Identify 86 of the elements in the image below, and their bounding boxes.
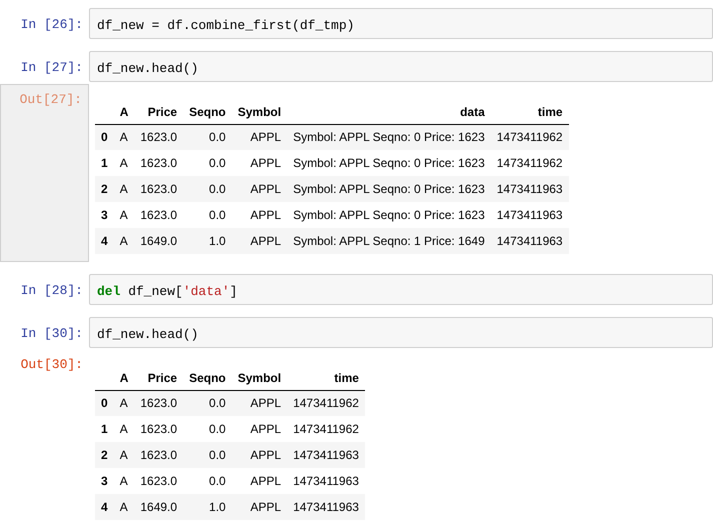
table-cell: 0.0 bbox=[183, 416, 232, 442]
column-header: Seqno bbox=[183, 366, 232, 390]
table-cell: 1623.0 bbox=[134, 202, 184, 228]
table-cell: A bbox=[114, 202, 134, 228]
table-cell: 1623.0 bbox=[134, 124, 184, 150]
table-cell: APPL bbox=[232, 494, 288, 520]
table-cell: APPL bbox=[232, 442, 288, 468]
row-index: 4 bbox=[95, 228, 114, 254]
table-cell: APPL bbox=[232, 416, 288, 442]
code-input[interactable]: del df_new['data'] bbox=[89, 274, 713, 305]
table-cell: A bbox=[114, 494, 134, 520]
row-index: 0 bbox=[95, 124, 114, 150]
table-cell: A bbox=[114, 124, 134, 150]
column-header: time bbox=[490, 100, 569, 124]
column-header: A bbox=[114, 366, 134, 390]
output-prompt: Out[27]: bbox=[0, 84, 89, 262]
input-prompt: In [28]: bbox=[20, 282, 84, 300]
table-cell: 1649.0 bbox=[134, 494, 184, 520]
table-cell: Symbol: APPL Seqno: 1 Price: 1649 bbox=[287, 228, 491, 254]
table-cell: 1623.0 bbox=[134, 176, 184, 202]
table-cell: 1473411963 bbox=[287, 468, 365, 494]
table-cell: 1623.0 bbox=[134, 442, 184, 468]
output-prompt: Out[30]: bbox=[20, 356, 84, 374]
table-cell: A bbox=[114, 416, 134, 442]
table-cell: 1473411963 bbox=[490, 176, 569, 202]
column-header: Price bbox=[134, 100, 184, 124]
table-cell: APPL bbox=[232, 228, 288, 254]
table-cell: 1623.0 bbox=[134, 390, 184, 416]
table-cell: 1.0 bbox=[183, 494, 232, 520]
table-cell: APPL bbox=[232, 124, 288, 150]
code-input[interactable]: df_new = df.combine_first(df_tmp) bbox=[89, 8, 713, 39]
table-cell: 1473411962 bbox=[287, 390, 365, 416]
column-header: A bbox=[114, 100, 134, 124]
table-cell: APPL bbox=[232, 202, 288, 228]
row-index: 4 bbox=[95, 494, 114, 520]
column-header: time bbox=[287, 366, 365, 390]
table-cell: 0.0 bbox=[183, 176, 232, 202]
table-cell: 1473411962 bbox=[490, 150, 569, 176]
input-prompt: In [27]: bbox=[20, 59, 84, 77]
table-cell: APPL bbox=[232, 390, 288, 416]
table-cell: 1623.0 bbox=[134, 416, 184, 442]
column-header: Symbol bbox=[232, 100, 288, 124]
table-cell: APPL bbox=[232, 468, 288, 494]
input-prompt: In [26]: bbox=[20, 16, 84, 34]
column-header: Seqno bbox=[183, 100, 232, 124]
code-input[interactable]: df_new.head() bbox=[89, 51, 713, 82]
row-index: 3 bbox=[95, 202, 114, 228]
row-index: 2 bbox=[95, 442, 114, 468]
table-cell: A bbox=[114, 150, 134, 176]
table-cell: 0.0 bbox=[183, 442, 232, 468]
row-index: 3 bbox=[95, 468, 114, 494]
column-header: data bbox=[287, 100, 491, 124]
row-index: 1 bbox=[95, 150, 114, 176]
table-cell: 1473411963 bbox=[490, 202, 569, 228]
code-input[interactable]: df_new.head() bbox=[89, 317, 713, 348]
row-index: 1 bbox=[95, 416, 114, 442]
table-cell: APPL bbox=[232, 150, 288, 176]
table-cell: 1473411963 bbox=[287, 494, 365, 520]
table-cell: 1473411962 bbox=[287, 416, 365, 442]
table-cell: A bbox=[114, 390, 134, 416]
row-index: 0 bbox=[95, 390, 114, 416]
table-cell: 1623.0 bbox=[134, 468, 184, 494]
table-cell: A bbox=[114, 468, 134, 494]
table-cell: A bbox=[114, 176, 134, 202]
table-cell: 1.0 bbox=[183, 228, 232, 254]
table-cell: Symbol: APPL Seqno: 0 Price: 1623 bbox=[287, 150, 491, 176]
column-header: Symbol bbox=[232, 366, 288, 390]
table-cell: 1473411963 bbox=[287, 442, 365, 468]
table-cell: Symbol: APPL Seqno: 0 Price: 1623 bbox=[287, 176, 491, 202]
table-cell: 1649.0 bbox=[134, 228, 184, 254]
table-cell: 0.0 bbox=[183, 150, 232, 176]
table-cell: 1473411962 bbox=[490, 124, 569, 150]
input-prompt: In [30]: bbox=[20, 325, 84, 343]
table-cell: 1623.0 bbox=[134, 150, 184, 176]
table-cell: Symbol: APPL Seqno: 0 Price: 1623 bbox=[287, 202, 491, 228]
table-cell: 0.0 bbox=[183, 390, 232, 416]
table-cell: A bbox=[114, 442, 134, 468]
table-cell: APPL bbox=[232, 176, 288, 202]
table-cell: 0.0 bbox=[183, 124, 232, 150]
table-cell: 0.0 bbox=[183, 202, 232, 228]
table-cell: 1473411963 bbox=[490, 228, 569, 254]
column-header: Price bbox=[134, 366, 184, 390]
table-cell: A bbox=[114, 228, 134, 254]
table-cell: Symbol: APPL Seqno: 0 Price: 1623 bbox=[287, 124, 491, 150]
row-index: 2 bbox=[95, 176, 114, 202]
table-cell: 0.0 bbox=[183, 468, 232, 494]
